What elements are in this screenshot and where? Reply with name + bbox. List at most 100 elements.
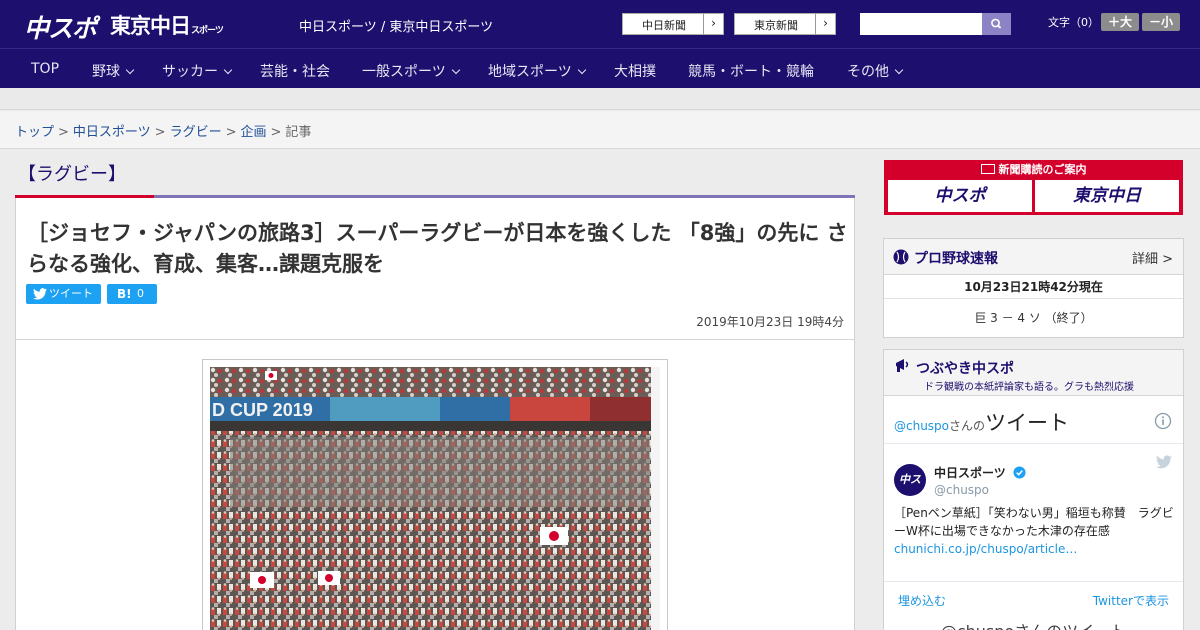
chevron-right-icon: › (815, 14, 835, 34)
ext-link-label: 中日新聞 (642, 19, 686, 32)
chevron-right-icon: › (703, 14, 723, 34)
tokyo-logo-small: スポーツ (191, 26, 224, 36)
tokyo-chunichi-logo[interactable]: 東京中日スポーツ (110, 10, 224, 40)
hatena-bookmark-button[interactable]: B! 0 (107, 284, 157, 304)
timeline-tweets-word: ツイート (985, 411, 1070, 435)
baseball-update-time: 10月23日21時42分現在 (884, 276, 1183, 299)
verified-badge-icon (1013, 466, 1026, 479)
search-button[interactable] (982, 13, 1011, 35)
nav-item-other[interactable]: その他 (847, 61, 904, 81)
breadcrumb-feature[interactable]: 企画 (241, 125, 267, 140)
breadcrumb-separator: > (225, 125, 237, 140)
breadcrumb-top[interactable]: トップ (15, 125, 54, 140)
article-headline: ［ジョセフ・ジャパンの旅路3］スーパーラグビーが日本を強くした 「8強」の先に … (27, 221, 848, 276)
tokyo-logo-main: 東京中日 (110, 14, 191, 38)
promo-chuspo-logo[interactable]: 中スポ (888, 180, 1032, 212)
timeline-divider (884, 443, 1183, 444)
twitter-bird-icon[interactable] (1156, 455, 1172, 469)
nav-item-sumo[interactable]: 大相撲 (614, 61, 656, 81)
tweet-button[interactable]: ツイート (26, 284, 101, 304)
nav-label: 一般スポーツ (362, 64, 446, 80)
promo-logo-label: 東京中日 (1073, 186, 1141, 206)
nav-item-regional-sports[interactable]: 地域スポーツ (488, 61, 586, 81)
timeline-account-link[interactable]: @chuspo (894, 419, 949, 433)
avatar[interactable]: 中スポ (894, 464, 926, 518)
stadium-crowd-image: D CUP 2019 (210, 367, 660, 630)
hatena-icon: B! (117, 287, 132, 301)
chuspo-logo[interactable]: 中スポ (24, 9, 97, 45)
nav-label: 地域スポーツ (488, 64, 572, 80)
baseball-detail-link[interactable]: 詳細 > (1132, 248, 1173, 267)
nav-label: 大相撲 (614, 64, 656, 80)
breadcrumb-separator: > (154, 125, 166, 140)
chevron-down-icon (577, 65, 586, 75)
nav-label: サッカー (162, 64, 218, 80)
breadcrumb-separator: > (58, 125, 69, 140)
font-size-label: 文字（0） (1048, 16, 1099, 29)
font-bigger-button[interactable]: ＋大 (1101, 13, 1139, 31)
chevron-down-icon (451, 65, 460, 75)
breadcrumb-rugby[interactable]: ラグビー (170, 125, 222, 140)
timeline-footer-divider (884, 581, 1183, 582)
tweet-user-name-text: 中日スポーツ (934, 466, 1006, 480)
site-names: 中日スポーツ / 東京中日スポーツ (299, 20, 494, 35)
view-on-twitter-link[interactable]: Twitterで表示 (1093, 592, 1169, 609)
twitter-widget-header: つぶやき中スポ ドラ観戦の本紙評論家も語る。グラも熱烈応援 (884, 350, 1183, 396)
timeline-account-suffix: さんの (949, 419, 986, 433)
nav-item-general-sports[interactable]: 一般スポーツ (362, 61, 460, 81)
spacer-strip (0, 88, 1200, 110)
twitter-bird-icon (33, 288, 47, 300)
site-header: 中スポ 東京中日スポーツ 中日スポーツ / 東京中日スポーツ 中日新聞 › 東京… (0, 0, 1200, 48)
tweet-text-content: ［Penペン草紙］「笑わない男」稲垣も称賛 ラグビーW杯に出場できなかった木津の… (894, 506, 1174, 538)
nav-label: 芸能・社会 (260, 64, 330, 80)
embed-link[interactable]: 埋め込む (898, 592, 946, 609)
hatena-count: 0 (137, 287, 144, 300)
font-smaller-button[interactable]: －小 (1142, 13, 1180, 31)
nav-label: 野球 (92, 64, 120, 80)
nav-item-baseball[interactable]: 野球 (92, 61, 135, 81)
publish-date: 2019年10月23日 19時4分 (696, 315, 844, 329)
tweet-user-name[interactable]: 中日スポーツ (934, 464, 1026, 481)
chevron-down-icon (223, 65, 233, 75)
promo-title: 新聞購読のご案内 (884, 161, 1183, 177)
breadcrumb-chuspo[interactable]: 中日スポーツ (73, 125, 151, 140)
promo-title-text: 新聞購読のご案内 (998, 163, 1087, 176)
nav-label: その他 (847, 64, 889, 80)
tweet-text: ［Penペン草紙］「笑わない男」稲垣も称賛 ラグビーW杯に出場できなかった木津の… (894, 504, 1174, 558)
baseball-score[interactable]: 巨 3 － 4 ソ （終了） (884, 309, 1183, 326)
nav-item-racing[interactable]: 競馬・ボート・競輪 (688, 61, 814, 81)
category-title: 【ラグビー】 (18, 164, 126, 185)
baseball-icon (893, 249, 909, 265)
nav-label: 競馬・ボート・競輪 (688, 64, 814, 80)
twitter-widget-title: つぶやき中スポ (916, 361, 1014, 377)
tweet-user-handle[interactable]: @chuspo (934, 483, 989, 497)
newspaper-icon (980, 164, 995, 174)
breadcrumb: トップ > 中日スポーツ > ラグビー > 企画 > 記事 (0, 111, 1200, 149)
info-icon[interactable] (1154, 412, 1172, 430)
nav-item-soccer[interactable]: サッカー (162, 61, 233, 81)
breadcrumb-separator: > (270, 125, 282, 140)
tweet-label: ツイート (49, 287, 93, 300)
promo-logo-label: 中スポ (934, 186, 986, 206)
more-tweets-link[interactable]: @chuspoさんのツイート (884, 618, 1183, 630)
baseball-header: プロ野球速報 詳細 > (884, 239, 1183, 275)
ext-link-label: 東京新聞 (754, 19, 798, 32)
nav-item-entertainment[interactable]: 芸能・社会 (260, 61, 330, 81)
chunichi-shimbun-link[interactable]: 中日新聞 › (622, 13, 724, 35)
header-divider (16, 339, 854, 340)
nav-label: TOP (31, 61, 60, 77)
timeline-heading: @chuspoさんのツイート (894, 407, 1069, 437)
search-input[interactable] (860, 13, 982, 35)
twitter-widget: つぶやき中スポ ドラ観戦の本紙評論家も語る。グラも熱烈応援 @chuspoさんの… (883, 349, 1184, 630)
photo-banner: D CUP 2019 (212, 400, 313, 420)
twitter-widget-subtitle: ドラ観戦の本紙評論家も語る。グラも熱烈応援 (924, 382, 1134, 393)
tweet-link[interactable]: chunichi.co.jp/chuspo/article… (894, 542, 1077, 556)
megaphone-icon (896, 359, 909, 372)
main-nav: TOP 野球 サッカー 芸能・社会 一般スポーツ 地域スポーツ 大相撲 競馬・ボ… (0, 48, 1200, 88)
article-photo[interactable]: D CUP 2019 (210, 367, 660, 630)
promo-tokyo-logo[interactable]: 東京中日 (1035, 180, 1179, 212)
subscription-promo[interactable]: 新聞購読のご案内 中スポ 東京中日 (884, 160, 1183, 215)
nav-item-top[interactable]: TOP (31, 61, 59, 77)
tokyo-shimbun-link[interactable]: 東京新聞 › (734, 13, 836, 35)
baseball-title: プロ野球速報 (914, 251, 998, 267)
